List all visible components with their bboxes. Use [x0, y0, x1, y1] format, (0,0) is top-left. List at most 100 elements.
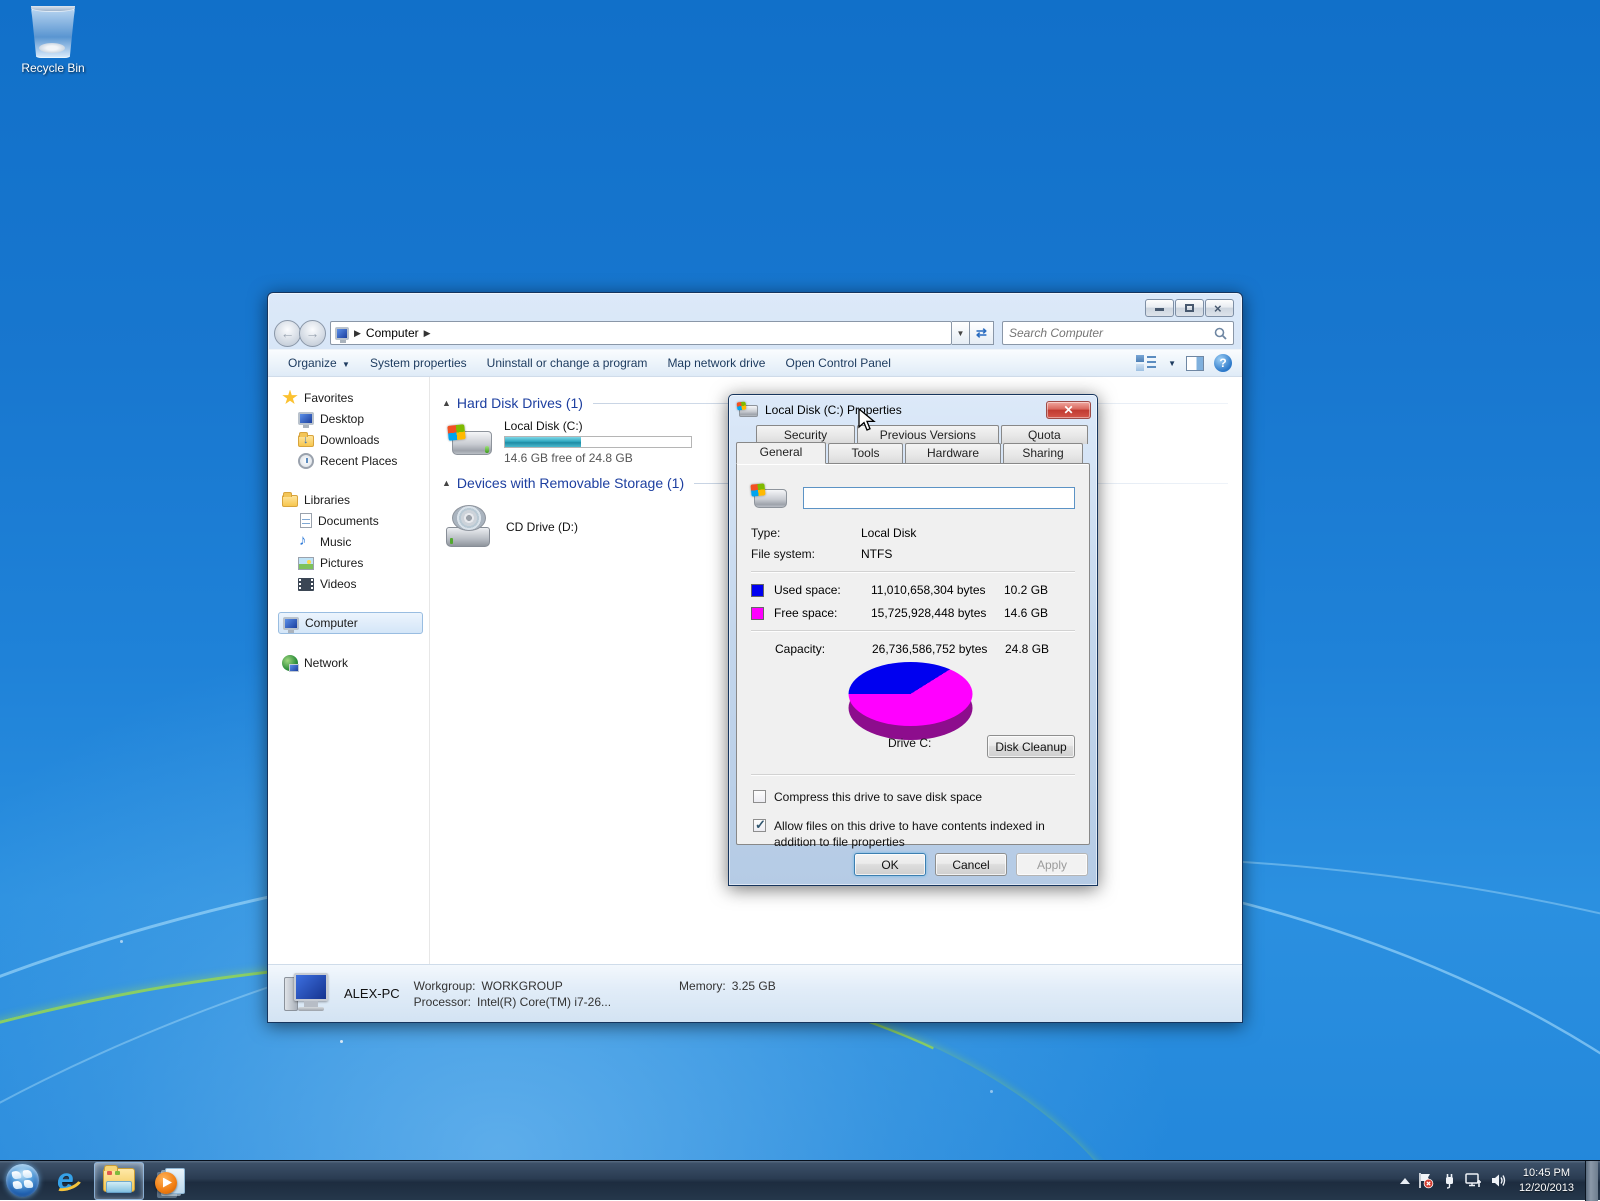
volume-icon[interactable] [1490, 1172, 1508, 1189]
wallpaper-sparkle [990, 1090, 993, 1093]
refresh-button[interactable]: ⇄ [970, 321, 994, 345]
dialog-titlebar[interactable]: Local Disk (C:) Properties ✕ [729, 395, 1097, 421]
used-space-label: Used space: [774, 583, 871, 597]
clock-time: 10:45 PM [1519, 1166, 1574, 1180]
workgroup-row: Workgroup: WORKGROUP [414, 979, 611, 993]
change-view-icon[interactable] [1136, 355, 1156, 371]
back-button[interactable]: ← [274, 320, 301, 347]
preview-pane-icon[interactable] [1186, 356, 1204, 371]
search-input[interactable] [1009, 326, 1214, 340]
recycle-bin-desktop-icon[interactable]: Recycle Bin [8, 6, 98, 75]
drive-free-space-text: 14.6 GB free of 24.8 GB [504, 451, 692, 465]
power-plug-icon[interactable] [1441, 1172, 1457, 1189]
tab-previous-versions[interactable]: Previous Versions [857, 425, 999, 444]
action-center-flag-icon[interactable] [1417, 1172, 1434, 1189]
system-properties-button[interactable]: System properties [360, 352, 477, 374]
sidebar-item-documents[interactable]: Documents [294, 510, 425, 531]
map-network-drive-button[interactable]: Map network drive [657, 352, 775, 374]
folder-front [106, 1181, 132, 1193]
collapse-triangle-icon[interactable]: ▲ [442, 478, 451, 488]
uninstall-program-button[interactable]: Uninstall or change a program [477, 352, 658, 374]
chevron-down-icon: ▼ [342, 360, 350, 369]
address-dropdown-button[interactable]: ▼ [952, 321, 970, 345]
dialog-close-button[interactable]: ✕ [1046, 401, 1091, 419]
sidebar-item-desktop[interactable]: Desktop [294, 408, 425, 429]
drive-name: Local Disk (C:) [504, 419, 692, 433]
chevron-down-icon[interactable]: ▼ [1168, 359, 1176, 368]
memory-label: Memory: [679, 979, 726, 993]
address-bar[interactable]: ▶ Computer ▶ [330, 321, 952, 345]
help-icon[interactable]: ? [1214, 354, 1232, 372]
tab-general[interactable]: General [736, 442, 826, 464]
minimize-button[interactable] [1145, 299, 1174, 317]
compress-checkbox-row: Compress this drive to save disk space [753, 789, 1075, 805]
workgroup-value: WORKGROUP [481, 979, 562, 993]
properties-dialog: Local Disk (C:) Properties ✕ Security Pr… [728, 394, 1098, 886]
used-space-swatch [751, 584, 764, 597]
close-icon: × [1214, 301, 1222, 316]
drive-icon-small [737, 402, 759, 418]
sidebar-item-music[interactable]: Music [294, 531, 425, 552]
music-icon [298, 534, 314, 550]
processor-row: Processor: Intel(R) Core(TM) i7-26... [414, 995, 611, 1009]
orb-petal [22, 1170, 32, 1179]
capacity-bytes: 26,736,586,752 bytes [872, 642, 1005, 656]
orb-petal [23, 1180, 33, 1189]
taskbar-internet-explorer[interactable]: e [42, 1161, 94, 1201]
sidebar-item-libraries[interactable]: Libraries [278, 489, 425, 510]
separator [751, 571, 1075, 573]
sidebar-item-favorites[interactable]: Favorites [278, 387, 425, 408]
index-checkbox-label[interactable]: Allow files on this drive to have conten… [774, 818, 1060, 850]
open-control-panel-button[interactable]: Open Control Panel [775, 352, 900, 374]
capacity-bar-fill [505, 437, 581, 447]
sidebar-item-recent-places[interactable]: Recent Places [294, 450, 425, 471]
organize-menu-button[interactable]: Organize ▼ [278, 352, 360, 374]
network-icon[interactable] [1464, 1172, 1483, 1189]
close-button[interactable]: × [1205, 299, 1234, 317]
volume-label-input[interactable] [803, 487, 1075, 509]
tab-tools[interactable]: Tools [828, 443, 903, 464]
drive-led [485, 446, 489, 453]
breadcrumb-computer[interactable]: Computer [366, 326, 419, 340]
search-box[interactable] [1002, 321, 1234, 345]
sidebar-item-pictures[interactable]: Pictures [294, 552, 425, 573]
sidebar-item-network[interactable]: Network [278, 652, 425, 673]
start-button[interactable] [2, 1161, 42, 1201]
cancel-button[interactable]: Cancel [935, 853, 1007, 876]
address-toolbar: ← → ▶ Computer ▶ ▼ ⇄ [268, 317, 1242, 349]
taskbar-media-player[interactable] [144, 1161, 196, 1201]
dialog-body: Security Previous Versions Quota General… [736, 425, 1090, 845]
tab-hardware[interactable]: Hardware [905, 443, 1001, 464]
compress-checkbox-label[interactable]: Compress this drive to save disk space [774, 789, 982, 805]
apply-button[interactable]: Apply [1016, 853, 1088, 876]
sidebar-spacer [278, 471, 425, 489]
taskbar: e [0, 1160, 1600, 1200]
explorer-titlebar[interactable]: × [268, 293, 1242, 317]
type-value: Local Disk [861, 526, 916, 540]
show-desktop-button[interactable] [1585, 1161, 1598, 1201]
media-player-icon [155, 1166, 185, 1196]
taskbar-left: e [0, 1161, 196, 1200]
compress-checkbox[interactable] [753, 790, 766, 803]
taskbar-clock[interactable]: 10:45 PM 12/20/2013 [1515, 1166, 1578, 1195]
documents-icon [300, 513, 312, 528]
taskbar-windows-explorer[interactable] [94, 1162, 144, 1200]
index-checkbox[interactable] [753, 819, 766, 832]
sidebar-item-downloads[interactable]: Downloads [294, 429, 425, 450]
collapse-triangle-icon[interactable]: ▲ [442, 398, 451, 408]
ok-button[interactable]: OK [854, 853, 926, 876]
disk-cleanup-button[interactable]: Disk Cleanup [987, 735, 1075, 758]
used-space-bytes: 11,010,658,304 bytes [871, 583, 1004, 597]
tab-sharing[interactable]: Sharing [1003, 443, 1083, 464]
maximize-button[interactable] [1175, 299, 1204, 317]
tab-quota[interactable]: Quota [1001, 425, 1088, 444]
organize-label: Organize [288, 356, 337, 370]
sidebar-label: Desktop [320, 412, 364, 426]
sidebar-item-videos[interactable]: Videos [294, 573, 425, 594]
orb-petal [11, 1170, 21, 1179]
sidebar-item-computer[interactable]: Computer [278, 612, 423, 634]
show-hidden-icons-button[interactable] [1400, 1178, 1410, 1184]
sidebar-label: Pictures [320, 556, 363, 570]
libraries-icon [282, 495, 298, 507]
forward-button[interactable]: → [299, 320, 326, 347]
